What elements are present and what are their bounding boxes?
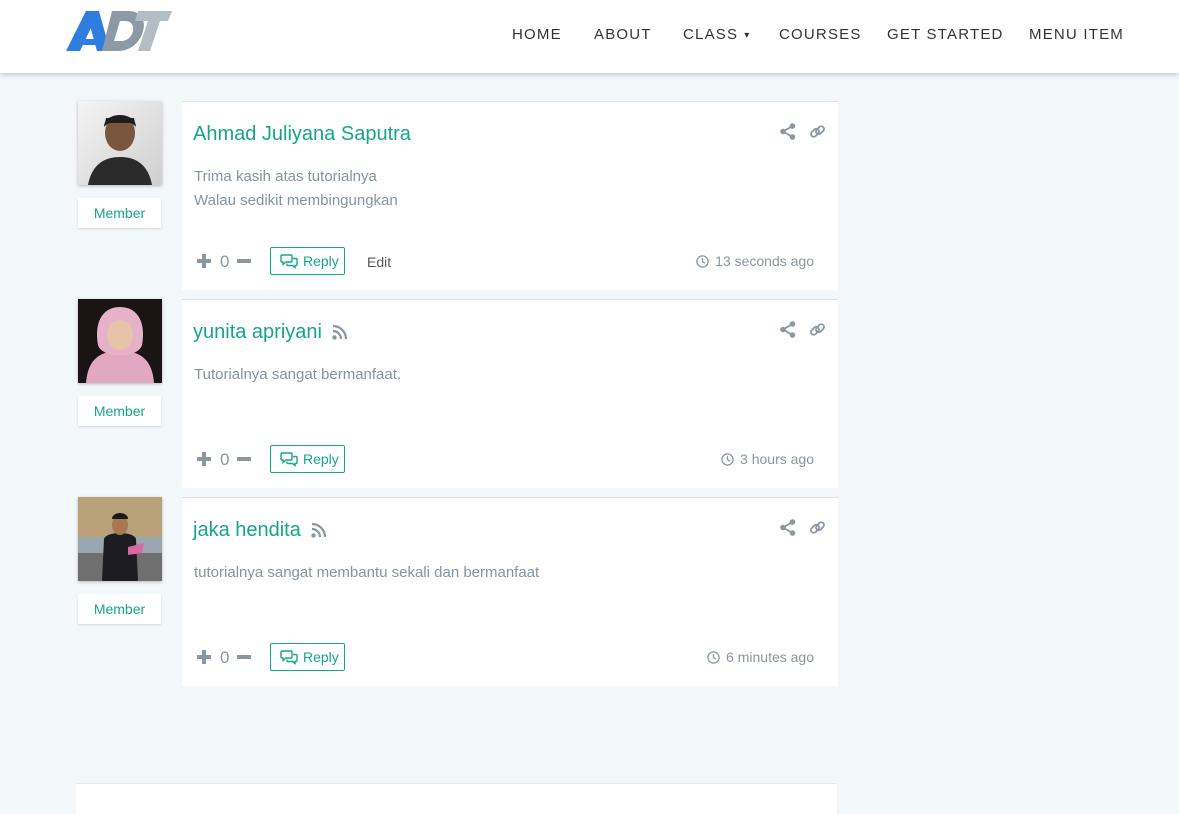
reply-button[interactable]: Reply: [270, 445, 345, 473]
nav-get-started[interactable]: GET STARTED: [887, 26, 1004, 43]
link-icon[interactable]: [809, 519, 826, 536]
comment-time: 6 minutes ago: [707, 649, 814, 665]
main-nav: HOME ABOUT CLASS ▾ COURSES GET STARTED ME…: [0, 0, 1179, 73]
link-icon[interactable]: [809, 321, 826, 338]
comment-form-card: [76, 783, 837, 814]
clock-icon: [707, 651, 720, 664]
vote-count: 0: [220, 648, 230, 667]
member-badge: Member: [78, 594, 161, 624]
time-text: 13 seconds ago: [715, 253, 814, 269]
comment-line: Tutorialnya sangat bermanfaat.: [194, 366, 402, 383]
author-link[interactable]: jaka hendita: [193, 519, 327, 542]
reply-label: Reply: [303, 451, 339, 467]
vote-count: 0: [220, 252, 230, 271]
rss-icon[interactable]: [311, 522, 327, 538]
author-name: yunita apriyani: [193, 321, 322, 343]
author-name: jaka hendita: [193, 519, 301, 541]
comment-card: Ahmad Juliyana Saputra Trima kasih atas …: [182, 101, 838, 290]
comment-line: Walau sedikit membingungkan: [194, 192, 398, 209]
avatar[interactable]: [78, 101, 162, 185]
minus-icon[interactable]: [237, 254, 251, 268]
comment: Member jaka hendita tutorialnya sangat m…: [78, 497, 838, 686]
comment: Member yunita apriyani Tutorialnya sanga…: [78, 299, 838, 488]
comments-icon: [280, 254, 298, 269]
vote-count: 0: [220, 450, 230, 469]
plus-icon[interactable]: [197, 452, 211, 466]
comment-line: Trima kasih atas tutorialnya: [194, 168, 377, 185]
comment: Member Ahmad Juliyana Saputra Trima kasi…: [78, 101, 838, 290]
plus-icon[interactable]: [197, 254, 211, 268]
chevron-down-icon: ▾: [744, 30, 751, 41]
reply-button[interactable]: Reply: [270, 247, 345, 275]
rss-icon[interactable]: [332, 324, 348, 340]
top-navbar: HOME ABOUT CLASS ▾ COURSES GET STARTED ME…: [0, 0, 1179, 73]
comment-time: 3 hours ago: [721, 451, 814, 467]
comment-line: tutorialnya sangat membantu sekali dan b…: [194, 564, 540, 581]
nav-courses[interactable]: COURSES: [779, 26, 862, 43]
comment-time: 13 seconds ago: [696, 253, 814, 269]
share-icon[interactable]: [780, 123, 796, 140]
avatar[interactable]: [78, 299, 162, 383]
minus-icon[interactable]: [237, 650, 251, 664]
share-icon[interactable]: [780, 321, 796, 338]
comment-text: tutorialnya sangat membantu sekali dan b…: [194, 561, 539, 585]
link-icon[interactable]: [809, 123, 826, 140]
clock-icon: [721, 453, 734, 466]
author-link[interactable]: yunita apriyani: [193, 321, 348, 344]
author-name[interactable]: Ahmad Juliyana Saputra: [193, 123, 411, 146]
nav-menu-item[interactable]: MENU ITEM: [1029, 26, 1124, 43]
comment-text: Tutorialnya sangat bermanfaat.: [194, 363, 401, 387]
reply-button[interactable]: Reply: [270, 643, 345, 671]
plus-icon[interactable]: [197, 650, 211, 664]
comments-icon: [280, 650, 298, 665]
comment-text: Trima kasih atas tutorialnya Walau sedik…: [194, 165, 398, 213]
minus-icon[interactable]: [237, 452, 251, 466]
member-badge: Member: [78, 198, 161, 228]
nav-class[interactable]: CLASS ▾: [683, 26, 750, 43]
reply-label: Reply: [303, 649, 339, 665]
share-icon[interactable]: [780, 519, 796, 536]
time-text: 3 hours ago: [740, 451, 814, 467]
reply-label: Reply: [303, 253, 339, 269]
nav-class-label: CLASS: [683, 26, 739, 43]
time-text: 6 minutes ago: [726, 649, 814, 665]
comment-card: jaka hendita tutorialnya sangat membantu…: [182, 497, 838, 686]
nav-home[interactable]: HOME: [512, 26, 562, 43]
member-badge: Member: [78, 396, 161, 426]
avatar[interactable]: [78, 497, 162, 581]
comments-icon: [280, 452, 298, 467]
comment-card: yunita apriyani Tutorialnya sangat berma…: [182, 299, 838, 488]
edit-link[interactable]: Edit: [367, 254, 391, 270]
clock-icon: [696, 255, 709, 268]
nav-about[interactable]: ABOUT: [594, 26, 652, 43]
